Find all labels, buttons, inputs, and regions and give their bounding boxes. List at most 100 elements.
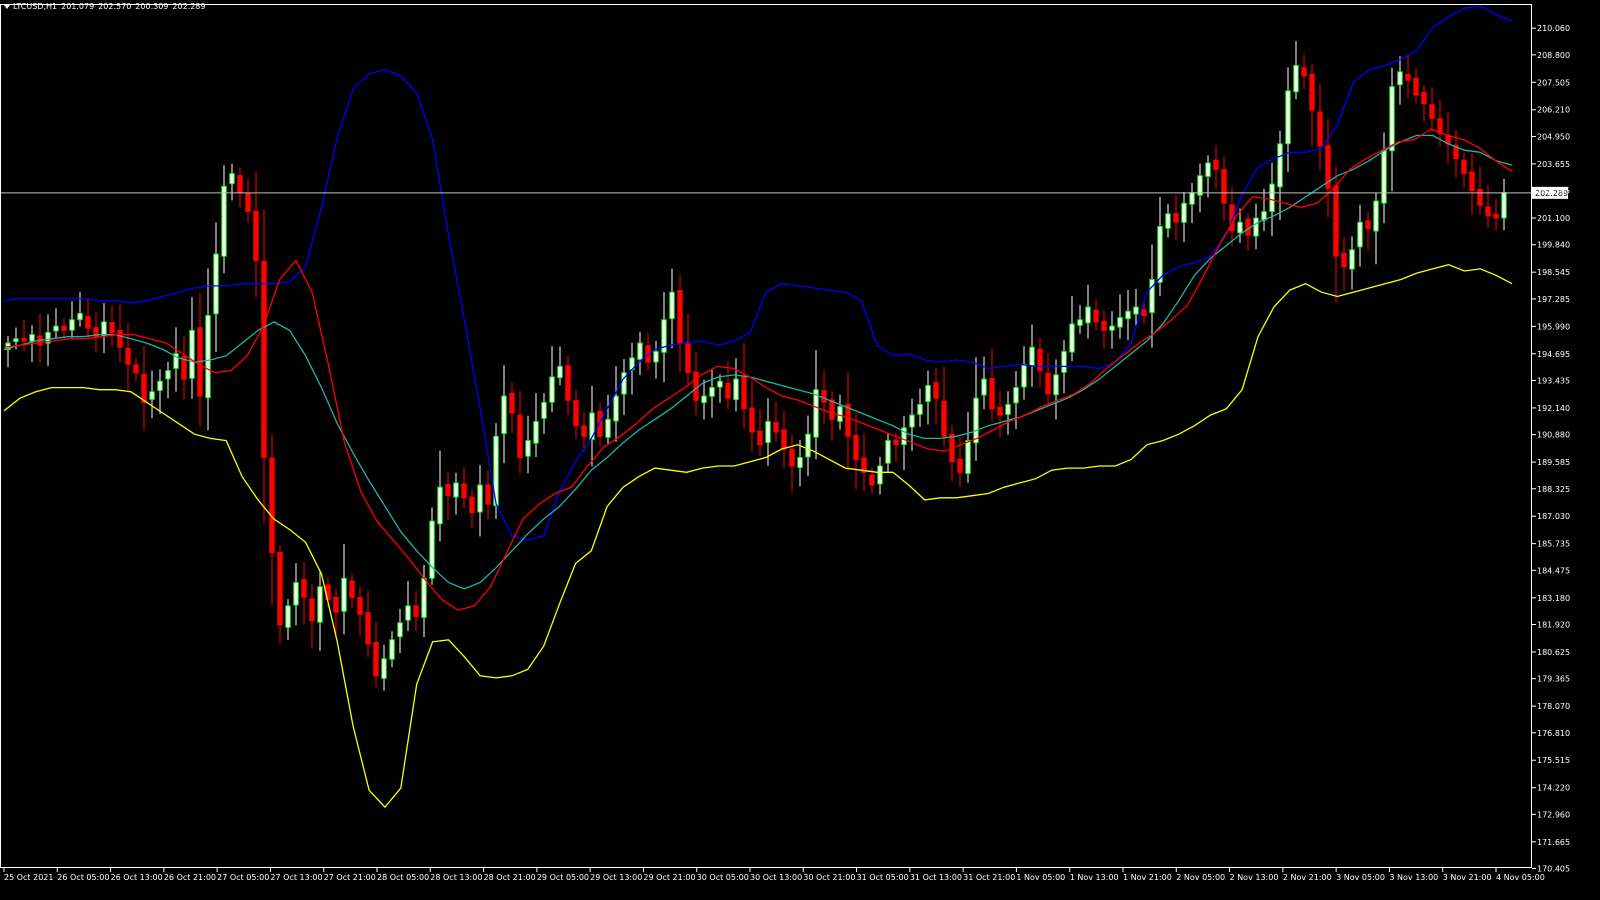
candle-bear: [237, 175, 243, 194]
candle-bull: [397, 622, 403, 638]
candle-bear: [1485, 206, 1491, 217]
candle-bear: [757, 430, 763, 446]
candle-bull: [1061, 351, 1067, 373]
candle-bear: [373, 641, 379, 677]
candle-bear: [1437, 118, 1443, 134]
candle-bull: [1125, 310, 1131, 320]
y-tick-label: 188.325: [1537, 485, 1570, 494]
candle-bull: [541, 401, 547, 419]
y-tick-label: 176.810: [1537, 729, 1570, 738]
y-tick-label: 185.735: [1537, 540, 1570, 549]
chart-menu-triangle-icon[interactable]: [4, 4, 10, 9]
candle-bear: [685, 341, 691, 374]
candle-bear: [1477, 188, 1483, 206]
y-tick-label: 197.285: [1537, 295, 1570, 304]
candle-bull: [813, 389, 819, 438]
y-tick-label: 206.210: [1537, 106, 1570, 115]
candle-bull: [637, 342, 643, 360]
candle-bear: [989, 378, 995, 410]
candle-bull: [29, 334, 35, 342]
y-tick-label: 183.180: [1537, 594, 1570, 603]
x-tick-label: 2 Nov 13:00: [1230, 873, 1279, 882]
candle-bull: [293, 582, 299, 606]
chart-canvas[interactable]: 202.289 210.060 208.800 207.505 206.210 204.…: [0, 0, 1600, 900]
candle-bull: [917, 404, 923, 415]
candle-bear: [1469, 171, 1475, 191]
candle-bear: [333, 596, 339, 613]
candle-bull: [557, 365, 563, 379]
candle-bull: [1293, 64, 1299, 93]
candle-bull: [1253, 217, 1259, 237]
y-tick-label: 184.475: [1537, 566, 1570, 575]
candle-bear: [1421, 91, 1427, 105]
candle-bull: [501, 395, 507, 435]
candle-bull: [317, 586, 323, 623]
x-tick-label: 29 Oct 13:00: [590, 873, 642, 882]
header-low: 200.309: [135, 2, 169, 11]
x-tick-label: 31 Oct 21:00: [963, 873, 1015, 882]
y-tick-label: 172.960: [1537, 810, 1570, 819]
y-tick-label: 193.435: [1537, 376, 1570, 385]
y-tick-label: 190.880: [1537, 431, 1570, 440]
candle-bull: [1021, 363, 1027, 388]
x-tick-label: 26 Oct 21:00: [164, 873, 216, 882]
candle-bull: [221, 185, 227, 257]
y-tick-label: 174.220: [1537, 784, 1570, 793]
candle-bull: [165, 370, 171, 380]
candle-bull: [1277, 143, 1283, 188]
candle-bull: [405, 605, 411, 621]
x-tick-label: 26 Oct 05:00: [57, 873, 109, 882]
candle-bull: [1269, 183, 1275, 213]
candle-bull: [669, 291, 675, 320]
candle-bull: [701, 395, 707, 404]
candle-bull: [1373, 200, 1379, 232]
candle-bear: [1221, 169, 1227, 204]
candle-bear: [1333, 185, 1339, 257]
candle-bull: [1029, 346, 1035, 366]
y-tick-label: 208.800: [1537, 51, 1570, 60]
candle-bear: [725, 382, 731, 399]
candle-bear: [893, 439, 899, 446]
x-tick-label: 1 Nov 05:00: [1016, 873, 1065, 882]
candle-bear: [85, 315, 91, 329]
candle-bull: [229, 173, 235, 185]
candle-bull: [1117, 317, 1123, 328]
candle-bear: [581, 425, 587, 437]
candle-bear: [677, 290, 683, 344]
candle-bull: [1357, 221, 1363, 248]
candle-bull: [1053, 374, 1059, 396]
candle-bull: [973, 397, 979, 444]
x-tick-label: 26 Oct 13:00: [111, 873, 163, 882]
x-tick-label: 1 Nov 13:00: [1070, 873, 1119, 882]
candle-bear: [125, 347, 131, 365]
candle-bull: [1085, 306, 1091, 324]
candle-bull: [389, 639, 395, 660]
candle-bear: [573, 400, 579, 427]
candle-bull: [925, 384, 931, 403]
candle-bull: [1013, 387, 1019, 404]
y-tick-label: 181.920: [1537, 621, 1570, 630]
candle-bull: [909, 414, 915, 428]
candle-bull: [1133, 306, 1139, 315]
header-open: 201.079: [61, 2, 95, 11]
candle-bull: [1181, 202, 1187, 223]
candle-bull: [453, 482, 459, 498]
candle-bear: [461, 483, 467, 499]
candle-bull: [733, 378, 739, 401]
chart-header: LTCUSD,H1 201.079 202.570 200.309 202.289: [4, 2, 209, 11]
y-tick-label: 187.030: [1537, 512, 1570, 521]
candle-bear: [261, 260, 267, 459]
candle-bull: [525, 440, 531, 457]
candle-bear: [1141, 309, 1147, 317]
candle-bear: [349, 580, 355, 598]
candle-bull: [101, 321, 107, 337]
candle-bear: [485, 484, 491, 505]
candle-bull: [421, 577, 427, 618]
candle-bear: [277, 551, 283, 626]
candle-bull: [77, 312, 83, 321]
candle-bear: [941, 400, 947, 437]
candle-bull: [381, 658, 387, 679]
y-tick-label: 210.060: [1537, 24, 1570, 33]
x-tick-label: 28 Oct 21:00: [484, 873, 536, 882]
y-tick-label: 195.990: [1537, 322, 1570, 331]
